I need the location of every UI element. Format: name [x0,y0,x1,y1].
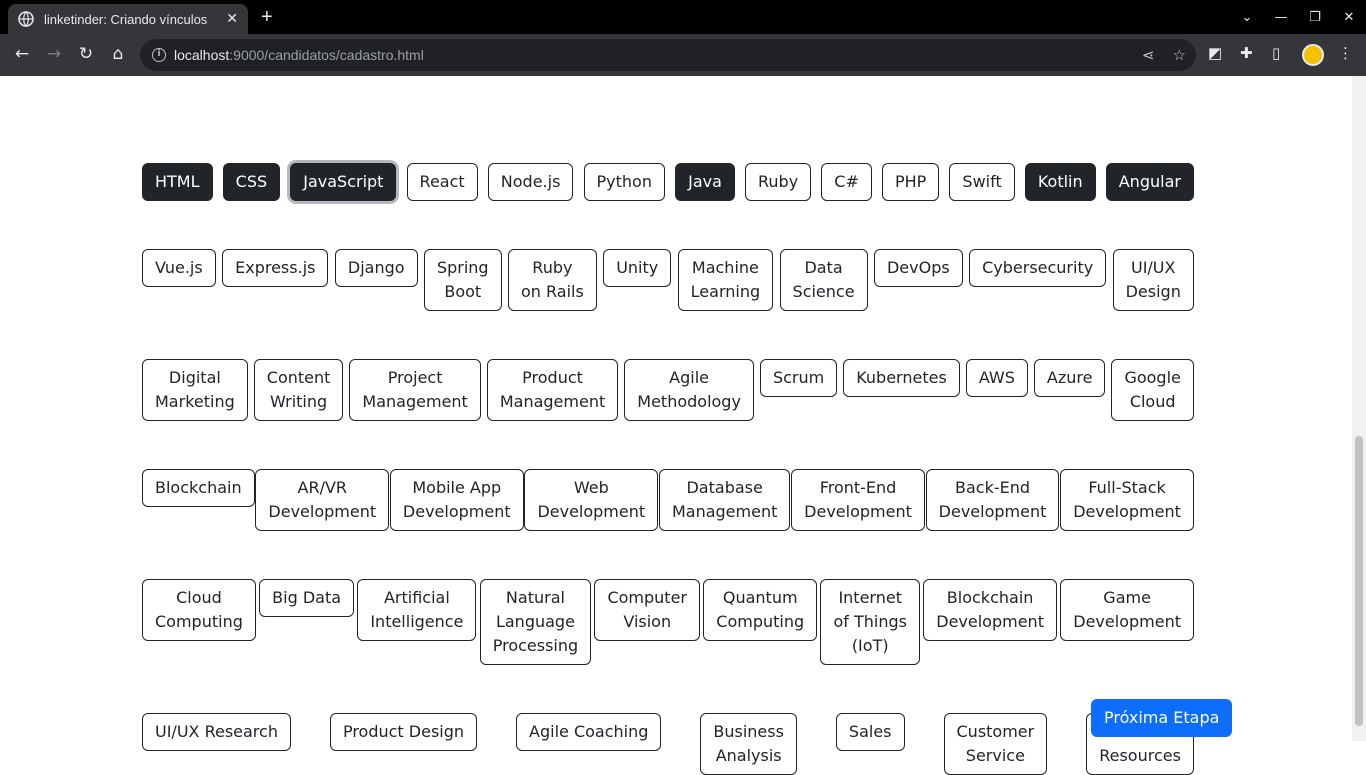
skill-button-content-writing[interactable]: Content Writing [253,359,344,421]
skill-button-vue-js[interactable]: Vue.js [142,249,216,287]
new-tab-button[interactable]: + [261,6,273,29]
skill-button-aws[interactable]: AWS [965,359,1028,397]
skill-button-java[interactable]: Java [675,163,735,201]
page-scrollbar[interactable] [1352,76,1366,741]
puzzle-icon[interactable]: ✚ [1240,44,1253,62]
skill-button-ui-ux-design[interactable]: UI/UX Design [1112,249,1194,311]
address-bar[interactable]: i localhost:9000/candidatos/cadastro.htm… [140,39,1196,71]
skill-button-back-end-development[interactable]: Back-End Development [925,469,1060,531]
globe-icon [18,11,34,27]
bookmark-star-icon[interactable]: ☆ [1173,46,1186,64]
skill-button-azure[interactable]: Azure [1033,359,1106,397]
skill-button-quantum-computing[interactable]: Quantum Computing [703,579,818,641]
skill-button-blockchain[interactable]: Blockchain [142,469,255,507]
skill-button-business-analysis[interactable]: Business Analysis [700,713,797,775]
tab-title: linketinder: Criando vínculos [44,11,208,27]
menu-icon[interactable]: ⋮ [1338,44,1353,62]
skill-button-unity[interactable]: Unity [603,249,672,287]
tab-search-icon[interactable]: ⌄ [1230,10,1264,25]
skill-button-computer-vision[interactable]: Computer Vision [594,579,700,641]
skill-button-html[interactable]: HTML [142,163,213,201]
scrollbar-thumb[interactable] [1355,436,1363,726]
skill-button-natural-language-processing[interactable]: Natural Language Processing [479,579,592,665]
skill-button-ui-ux-research[interactable]: UI/UX Research [142,713,291,751]
forward-icon[interactable]: → [43,44,65,64]
next-step-button[interactable]: Próxima Etapa [1091,699,1233,737]
skill-button-angular[interactable]: Angular [1105,163,1194,201]
skill-button-front-end-development[interactable]: Front-End Development [791,469,925,531]
skill-button-cybersecurity[interactable]: Cybersecurity [969,249,1107,287]
skill-button-scrum[interactable]: Scrum [759,359,838,397]
skill-button-cloud-computing[interactable]: Cloud Computing [142,579,256,641]
skill-button-product-management[interactable]: Product Management [486,359,619,421]
browser-tab[interactable]: linketinder: Criando vínculos ✕ [8,4,248,34]
skill-button-agile-coaching[interactable]: Agile Coaching [516,713,662,751]
side-panel-icon[interactable]: ▯ [1272,44,1280,62]
page-content: HTML CSS JavaScript React Node.js Python Java R… [0,76,1352,775]
back-icon[interactable]: ← [11,44,33,64]
skill-button-django[interactable]: Django [334,249,418,287]
url-host: localhost [174,47,230,63]
skill-button-project-management[interactable]: Project Management [349,359,481,421]
skill-button-mobile-app-development[interactable]: Mobile App Development [389,469,524,531]
skill-button-big-data[interactable]: Big Data [259,579,355,617]
skill-button-sales[interactable]: Sales [835,713,905,751]
browser-toolbar: ← → ↻ ⌂ i localhost:9000/candidatos/cada… [0,34,1366,76]
minimize-icon[interactable]: — [1264,10,1298,25]
skill-button-swift[interactable]: Swift [949,163,1015,201]
skill-button-node-js[interactable]: Node.js [487,163,574,201]
skill-button-react[interactable]: React [406,163,478,201]
skill-button-internet-of-things-iot[interactable]: Internet of Things (IoT) [820,579,920,665]
skill-button-spring-boot[interactable]: Spring Boot [423,249,502,311]
skill-button-ar-vr-development[interactable]: AR/VR Development [255,469,390,531]
close-window-icon[interactable]: ✕ [1332,10,1366,25]
skill-button-ruby-on-rails[interactable]: Ruby on Rails [507,249,597,311]
skill-button-game-development[interactable]: Game Development [1060,579,1194,641]
skill-button-full-stack-development[interactable]: Full-Stack Development [1060,469,1194,531]
skill-button-agile-methodology[interactable]: Agile Methodology [624,359,754,421]
skill-button-web-development[interactable]: Web Development [524,469,659,531]
home-icon[interactable]: ⌂ [107,44,129,64]
maximize-icon[interactable]: ❐ [1298,10,1332,25]
skill-button-php[interactable]: PHP [881,163,940,201]
skill-button-product-design[interactable]: Product Design [329,713,478,751]
share-icon[interactable]: ⋖ [1142,46,1155,64]
browser-tab-bar: linketinder: Criando vínculos ✕ + ⌄ — ❐ … [0,0,1366,34]
skill-button-blockchain-development[interactable]: Blockchain Development [923,579,1057,641]
skill-button-python[interactable]: Python [583,163,665,201]
skill-button-artificial-intelligence[interactable]: Artificial Intelligence [357,579,477,641]
url-path: :9000/candidatos/cadastro.html [229,47,424,63]
skill-button-ruby[interactable]: Ruby [745,163,812,201]
skill-button-digital-marketing[interactable]: Digital Marketing [142,359,248,421]
skill-button-kubernetes[interactable]: Kubernetes [843,359,960,397]
skill-button-google-cloud[interactable]: Google Cloud [1111,359,1194,421]
skill-button-kotlin[interactable]: Kotlin [1024,163,1096,201]
skill-button-database-management[interactable]: Database Management [658,469,791,531]
skill-button-data-science[interactable]: Data Science [779,249,868,311]
extension-icon[interactable]: ◩ [1208,44,1222,62]
skill-button-customer-service[interactable]: Customer Service [943,713,1048,775]
skills-grid: HTML CSS JavaScript React Node.js Python Java R… [142,163,1194,775]
site-info-icon[interactable]: i [152,48,166,62]
reload-icon[interactable]: ↻ [75,44,97,64]
skill-button-express-js[interactable]: Express.js [222,249,329,287]
skill-button-devops[interactable]: DevOps [873,249,963,287]
skill-button-machine-learning[interactable]: Machine Learning [677,249,774,311]
skill-button-c[interactable]: C# [821,163,872,201]
profile-avatar[interactable] [1302,44,1324,66]
skill-button-css[interactable]: CSS [222,163,281,201]
skill-button-javascript[interactable]: JavaScript [290,163,397,201]
tab-close-icon[interactable]: ✕ [226,11,238,27]
